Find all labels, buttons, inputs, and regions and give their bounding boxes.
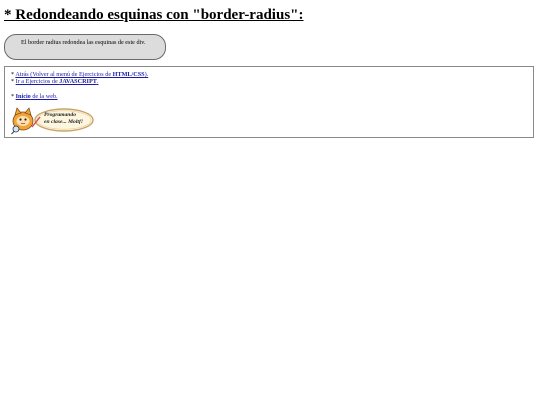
programando-logo[interactable]: Programando en clase... Moltf! [10, 105, 94, 135]
page: * Redondeando esquinas con "border-radiu… [0, 0, 540, 405]
nav-home-line: * Inicio de la web. [11, 93, 58, 100]
navigation-panel: * Atrás (Volver al menú de Ejercicios de… [4, 66, 534, 138]
rounded-demo-box: El border radius redondea las esquinas d… [4, 34, 166, 60]
page-title: * Redondeando esquinas con "border-radiu… [4, 7, 304, 23]
back-to-htmlcss-link[interactable]: Atrás (Volver al menú de Ejercicios de H… [15, 71, 148, 78]
demo-box-text: El border radius redondea las esquinas d… [21, 39, 146, 46]
javascript-exercises-link[interactable]: Ir a Ejercicios de JAVASCRIPT. [16, 78, 99, 85]
nav-back-line: * Atrás (Volver al menú de Ejercicios de… [11, 71, 148, 78]
home-link[interactable]: Inicio de la web. [16, 93, 58, 100]
nav-javascript-line: * Ir a Ejercicios de JAVASCRIPT. [11, 78, 98, 85]
logo-text: Programando en clase... Moltf! [44, 112, 83, 125]
